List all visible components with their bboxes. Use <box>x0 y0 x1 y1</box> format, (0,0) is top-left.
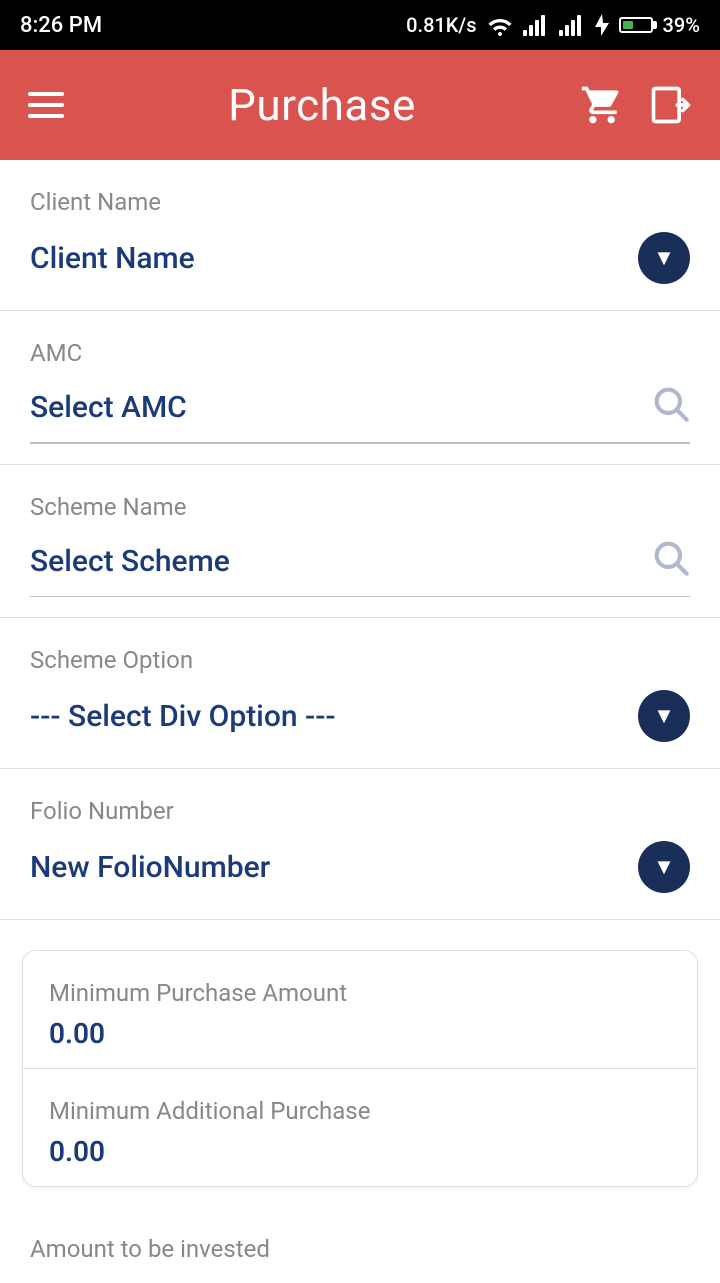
scheme-option-label: Scheme Option <box>30 646 690 674</box>
folio-number-label: Folio Number <box>30 797 690 825</box>
client-name-value: Client Name <box>30 241 195 276</box>
amc-search-button[interactable] <box>650 383 690 432</box>
app-bar: Purchase <box>0 50 720 160</box>
status-icons: 0.81K/s 39% <box>406 13 700 37</box>
client-name-label: Client Name <box>30 188 690 216</box>
min-purchase-label: Minimum Purchase Amount <box>49 979 671 1007</box>
amc-field: AMC Select AMC <box>0 311 720 465</box>
status-time: 8:26 PM <box>20 13 102 38</box>
min-purchase-value: 0.00 <box>49 1017 671 1050</box>
status-bar: 8:26 PM 0.81K/s 39 <box>0 0 720 50</box>
min-purchase-row: Minimum Purchase Amount 0.00 <box>23 951 697 1068</box>
battery-icon <box>619 17 653 33</box>
folio-number-dropdown[interactable]: ▼ <box>638 841 690 893</box>
signal-icon <box>523 14 549 36</box>
amc-value: Select AMC <box>30 390 187 425</box>
purchase-info-card: Minimum Purchase Amount 0.00 Minimum Add… <box>22 950 698 1187</box>
min-additional-value: 0.00 <box>49 1135 671 1168</box>
logout-button[interactable] <box>648 83 692 127</box>
wifi-icon <box>487 14 513 36</box>
scheme-option-dropdown[interactable]: ▼ <box>638 690 690 742</box>
signal2-icon <box>559 14 585 36</box>
amount-label: Amount to be invested <box>30 1235 690 1263</box>
amc-label: AMC <box>30 339 690 367</box>
page-title: Purchase <box>228 79 416 131</box>
search-icon <box>650 537 690 577</box>
scheme-search-button[interactable] <box>650 537 690 586</box>
scheme-name-label: Scheme Name <box>30 493 690 521</box>
client-name-dropdown[interactable]: ▼ <box>638 232 690 284</box>
folio-number-field: Folio Number New FolioNumber ▼ <box>0 769 720 920</box>
amount-section: Amount to be invested <box>0 1207 720 1283</box>
menu-button[interactable] <box>28 92 64 118</box>
exit-icon <box>648 83 692 127</box>
chevron-down-icon: ▼ <box>653 247 675 269</box>
scheme-option-field: Scheme Option --- Select Div Option --- … <box>0 618 720 769</box>
min-additional-label: Minimum Additional Purchase <box>49 1097 671 1125</box>
chevron-down-icon: ▼ <box>653 856 675 878</box>
min-additional-row: Minimum Additional Purchase 0.00 <box>23 1068 697 1186</box>
folio-number-value: New FolioNumber <box>30 850 270 885</box>
scheme-name-value: Select Scheme <box>30 544 230 579</box>
scheme-name-field: Scheme Name Select Scheme <box>0 465 720 619</box>
app-bar-actions <box>580 83 692 127</box>
chevron-down-icon: ▼ <box>653 705 675 727</box>
cart-button[interactable] <box>580 83 624 127</box>
main-content: Client Name Client Name ▼ AMC Select AMC… <box>0 160 720 1283</box>
client-name-field: Client Name Client Name ▼ <box>0 160 720 311</box>
charging-icon <box>595 14 609 36</box>
search-icon <box>650 383 690 423</box>
cart-icon <box>580 83 624 127</box>
scheme-option-value: --- Select Div Option --- <box>30 699 336 734</box>
